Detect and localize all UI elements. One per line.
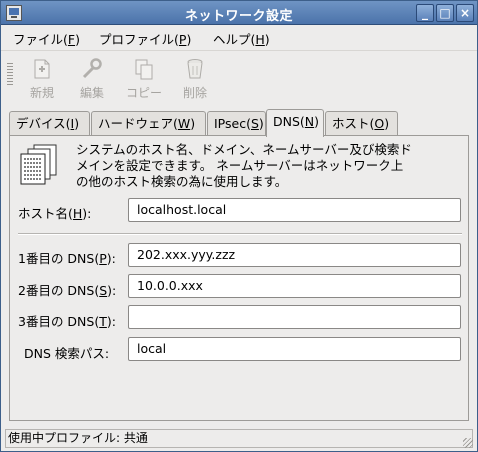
- hostname-label: ホスト名(H):: [18, 206, 92, 221]
- new-document-icon: [34, 59, 50, 79]
- edit-button[interactable]: 編集: [69, 55, 115, 101]
- delete-button[interactable]: 削除: [172, 55, 218, 101]
- search-path-label: DNS 検索パス:: [24, 346, 110, 361]
- wrench-icon: [82, 58, 102, 79]
- dns-tab-panel: システムのホスト名、ドメイン、ネームサーバー及び検索ド メインを設定できます。 …: [9, 135, 469, 421]
- new-button-label: 新規: [29, 86, 54, 100]
- dns3-label: 3番目の DNS(T):: [18, 314, 116, 329]
- trash-icon: [187, 59, 203, 79]
- dns2-label: 2番目の DNS(S):: [18, 283, 117, 298]
- copy-button-label: コピー: [125, 86, 162, 100]
- title-bar[interactable]: ネットワーク設定 _ □ ×: [1, 1, 477, 25]
- dns1-field[interactable]: 202.xxx.yyy.zzz: [128, 243, 461, 267]
- dns3-field[interactable]: [128, 305, 461, 329]
- dns1-label: 1番目の DNS(P):: [18, 251, 116, 266]
- edit-button-label: 編集: [79, 86, 104, 100]
- close-button[interactable]: ×: [456, 4, 474, 22]
- tab-dns[interactable]: DNS(N): [266, 109, 324, 137]
- minimize-button[interactable]: _: [416, 4, 434, 22]
- toolbar: 新規 編集 コピー 削除: [1, 50, 477, 102]
- tab-hosts[interactable]: ホスト(O): [325, 111, 398, 136]
- dns2-field[interactable]: 10.0.0.xxx: [128, 274, 461, 298]
- menu-profile[interactable]: プロファイル(P): [99, 29, 191, 48]
- window-title: ネットワーク設定: [184, 9, 293, 24]
- copy-icon: [135, 59, 153, 80]
- delete-button-label: 削除: [182, 86, 207, 100]
- menu-help[interactable]: ヘルプ(H): [213, 29, 270, 48]
- dns-description: システムのホスト名、ドメイン、ネームサーバー及び検索ド メインを設定できます。 …: [76, 142, 412, 189]
- separator: [18, 233, 462, 235]
- tab-devices[interactable]: デバイス(I): [9, 111, 90, 136]
- toolbar-grip[interactable]: [7, 63, 13, 87]
- network-settings-window: ネットワーク設定 _ □ × ファイル(F) プロファイル(P) ヘルプ(H) …: [0, 0, 478, 452]
- tab-ipsec[interactable]: IPsec(S): [207, 111, 266, 136]
- status-bar: 使用中プロファイル: 共通: [5, 429, 473, 448]
- tab-hardware[interactable]: ハードウェア(W): [91, 111, 206, 136]
- dns-list-icon: [20, 144, 57, 185]
- menu-file[interactable]: ファイル(F): [13, 29, 80, 48]
- search-path-field[interactable]: local: [128, 337, 461, 361]
- new-button[interactable]: 新規: [19, 55, 65, 101]
- hostname-field[interactable]: localhost.local: [128, 198, 461, 222]
- copy-button[interactable]: コピー: [121, 55, 167, 101]
- menu-bar: ファイル(F) プロファイル(P) ヘルプ(H): [1, 26, 477, 48]
- active-profile-status: 使用中プロファイル: 共通: [8, 431, 148, 445]
- maximize-button[interactable]: □: [436, 4, 454, 22]
- resize-grip[interactable]: [463, 438, 473, 448]
